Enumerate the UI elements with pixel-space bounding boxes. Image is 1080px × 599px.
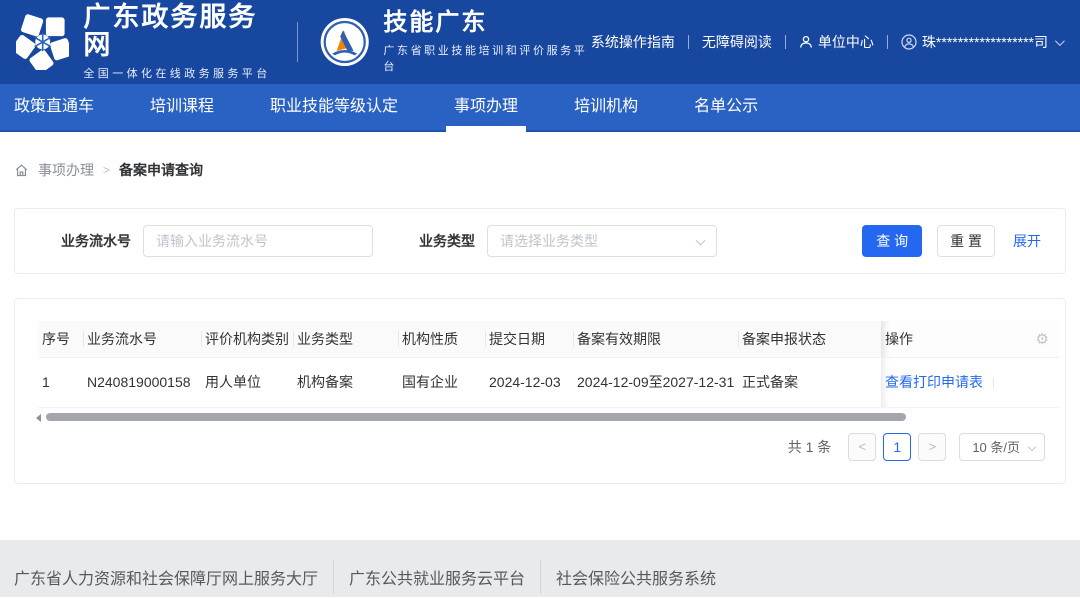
cell-serial: N240819000158 [83, 357, 201, 407]
nav-item-training-orgs[interactable]: 培训机构 [574, 83, 638, 131]
top-header: 广东政务服务网 全国一体化在线政务服务平台 技能广东 广东省职业技能培训和评价服… [0, 0, 1080, 84]
filter-actions: 查 询 重 置 展开 [862, 225, 1041, 257]
footer: 广东省人力资源和社会保障厅网上服务大厅 广东公共就业服务云平台 社会保险公共服务… [0, 540, 1080, 597]
page-size-value: 10 条/页 [972, 437, 1020, 456]
site-subtitle: 全国一体化在线政务服务平台 [83, 65, 277, 81]
expand-link[interactable]: 展开 [1013, 231, 1041, 251]
main-navigation: 政策直通车 培训课程 职业技能等级认定 事项办理 培训机构 名单公示 [0, 84, 1080, 132]
nav-item-public-list[interactable]: 名单公示 [694, 83, 758, 131]
business-type-select[interactable]: 请选择业务类型 [487, 225, 717, 257]
home-icon[interactable] [14, 163, 29, 178]
header-link-separator [785, 35, 786, 49]
search-button[interactable]: 查 询 [862, 225, 922, 257]
footer-link-hrss-hall[interactable]: 广东省人力资源和社会保障厅网上服务大厅 [14, 565, 318, 589]
cell-actions: 查看打印申请表 [881, 357, 1059, 407]
footer-divider [333, 560, 334, 594]
chevron-down-icon [696, 236, 706, 246]
cell-business-type: 机构备案 [293, 357, 398, 407]
col-actions-label: 操作 [885, 329, 913, 349]
col-actions: 操作 ⚙ [881, 321, 1059, 357]
col-evaluator-category: 评价机构类别 [201, 321, 293, 357]
skills-guangdong-emblem-icon [318, 14, 371, 70]
breadcrumb: 事项办理 > 备案申请查询 [14, 160, 1080, 180]
username: 珠******************司 [922, 32, 1048, 52]
horizontal-scrollbar [38, 411, 1080, 423]
col-filing-status: 备案申报状态 [738, 321, 881, 357]
cell-org-nature: 国有企业 [398, 357, 485, 407]
header-links: 系统操作指南 无障碍阅读 单位中心 珠******************司 [591, 32, 1062, 52]
business-type-label: 业务类型 [419, 231, 475, 251]
serial-number-input[interactable] [143, 225, 373, 257]
cell-evaluator-category: 用人单位 [201, 357, 293, 407]
col-seq: 序号 [38, 321, 83, 357]
nav-item-policy[interactable]: 政策直通车 [14, 83, 94, 131]
nav-item-matters[interactable]: 事项办理 [454, 83, 518, 131]
breadcrumb-current: 备案申请查询 [119, 160, 203, 180]
col-submit-date: 提交日期 [485, 321, 573, 357]
page-1-button[interactable]: 1 [883, 433, 911, 461]
col-org-nature: 机构性质 [398, 321, 485, 357]
col-business-type: 业务类型 [293, 321, 398, 357]
gear-icon[interactable]: ⚙ [1036, 330, 1049, 348]
platform-title: 技能广东 [383, 10, 591, 36]
chevron-down-icon [1028, 442, 1036, 450]
nav-item-skill-certification[interactable]: 职业技能等级认定 [270, 83, 398, 131]
header-link-separator [887, 35, 888, 49]
page-size-select[interactable]: 10 条/页 [959, 433, 1045, 461]
next-page-button[interactable]: > [918, 433, 946, 461]
scrollbar-thumb[interactable] [46, 413, 906, 421]
table-row: 1 N240819000158 用人单位 机构备案 国有企业 2024-12-0… [38, 357, 1059, 407]
footer-link-social-insurance[interactable]: 社会保险公共服务系统 [556, 565, 716, 589]
pagination: 共 1 条 < 1 > 10 条/页 [38, 433, 1045, 461]
accessibility-link[interactable]: 无障碍阅读 [702, 32, 772, 52]
footer-link-employment-cloud[interactable]: 广东公共就业服务云平台 [349, 565, 525, 589]
site-title-block: 广东政务服务网 全国一体化在线政务服务平台 [83, 3, 277, 82]
footer-divider [540, 560, 541, 594]
unit-center-label: 单位中心 [818, 32, 874, 52]
person-icon [799, 35, 813, 49]
results-table: 序号 业务流水号 评价机构类别 业务类型 机构性质 提交日期 备案有效期限 备案… [38, 321, 1059, 408]
brand-divider [297, 22, 298, 62]
col-serial: 业务流水号 [83, 321, 201, 357]
brand-area: 广东政务服务网 全国一体化在线政务服务平台 技能广东 广东省职业技能培训和评价服… [16, 3, 591, 82]
filter-panel: 业务流水号 业务类型 请选择业务类型 查 询 重 置 展开 [14, 208, 1066, 274]
table-header-row: 序号 业务流水号 评价机构类别 业务类型 机构性质 提交日期 备案有效期限 备案… [38, 321, 1059, 357]
view-print-application-link[interactable]: 查看打印申请表 [885, 374, 983, 390]
system-guide-link[interactable]: 系统操作指南 [591, 32, 675, 52]
header-link-separator [688, 35, 689, 49]
user-menu[interactable]: 珠******************司 [901, 32, 1062, 52]
reset-button[interactable]: 重 置 [937, 225, 995, 257]
business-type-placeholder: 请选择业务类型 [500, 231, 598, 251]
avatar-icon [901, 34, 917, 50]
action-divider [993, 377, 994, 389]
chevron-down-icon [1055, 36, 1065, 46]
cell-filing-status: 正式备案 [738, 357, 881, 407]
gdzwfw-pinwheel-logo-icon [16, 14, 69, 70]
serial-number-label: 业务流水号 [61, 231, 131, 251]
cell-submit-date: 2024-12-03 [485, 357, 573, 407]
site-title: 广东政务服务网 [83, 3, 277, 60]
breadcrumb-section[interactable]: 事项办理 [38, 160, 94, 180]
breadcrumb-separator: > [103, 163, 110, 177]
platform-title-block: 技能广东 广东省职业技能培训和评价服务平台 [383, 10, 591, 74]
platform-subtitle: 广东省职业技能培训和评价服务平台 [383, 42, 591, 74]
col-validity-period: 备案有效期限 [573, 321, 738, 357]
unit-center-link[interactable]: 单位中心 [799, 32, 874, 52]
cell-validity-period: 2024-12-09至2027-12-31 [573, 357, 738, 407]
prev-page-button[interactable]: < [848, 433, 876, 461]
results-panel: 序号 业务流水号 评价机构类别 业务类型 机构性质 提交日期 备案有效期限 备案… [14, 298, 1066, 484]
cell-seq: 1 [38, 357, 83, 407]
scroll-left-arrow-icon[interactable] [36, 414, 41, 422]
pagination-total: 共 1 条 [788, 437, 832, 457]
nav-item-courses[interactable]: 培训课程 [150, 83, 214, 131]
